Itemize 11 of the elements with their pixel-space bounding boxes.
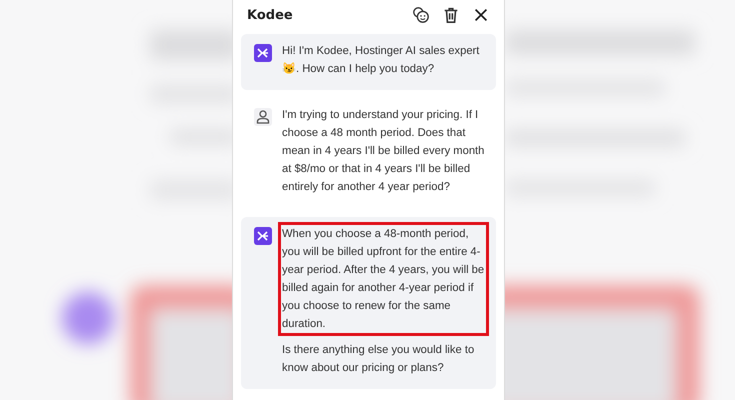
message-text: I'm trying to understand your pricing. If I choose a 48 month period. Does that mean in 4 years I'll be billed every month at $8/mo or that in 4 years I'll be billed entirely for another 4 year period? xyxy=(281,108,486,195)
emoji-icon[interactable] xyxy=(412,6,430,24)
message-text: Hi! I'm Kodee, Hostinger AI sales expert 😼. How can I help you today? xyxy=(281,44,480,77)
message-text: Is there anything else you would like to know about our pricing or plans? xyxy=(281,343,476,376)
trash-icon[interactable] xyxy=(442,6,460,24)
message-text: When you choose a 48-month period, you will be billed upfront for the entire 4-year period. After the 4 years, you will be billed again for another 4-year period if you choose to renew for the same duration. xyxy=(278,222,489,336)
bot-avatar-icon xyxy=(254,227,272,245)
bot-avatar-icon xyxy=(254,44,272,62)
chat-title: Kodee xyxy=(247,8,293,22)
close-icon[interactable] xyxy=(472,6,490,24)
user-avatar-icon xyxy=(254,108,272,126)
